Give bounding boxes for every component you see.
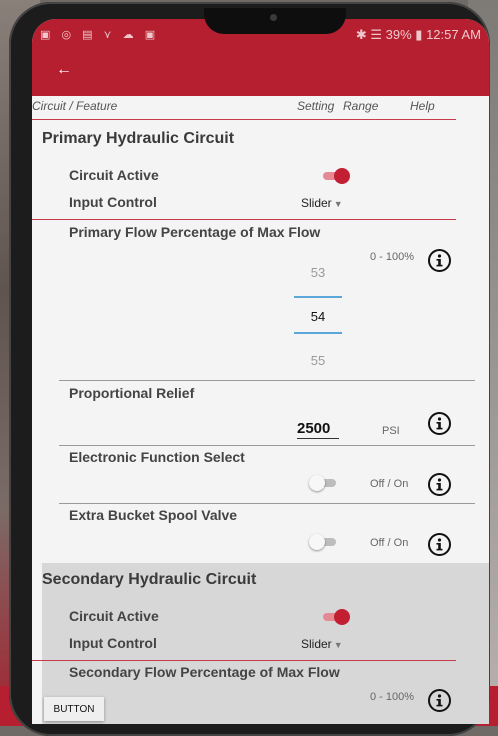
primary-section-title: Primary Hydraulic Circuit bbox=[42, 130, 235, 147]
dropdown-value: Slider bbox=[301, 637, 332, 651]
secondary-flow-range: 0 - 100% bbox=[370, 691, 415, 703]
row-divider bbox=[59, 445, 475, 446]
proportional-relief-label: Proportional Relief bbox=[69, 385, 195, 401]
info-icon[interactable] bbox=[428, 473, 451, 496]
secondary-input-control-dropdown[interactable]: Slider ▼ bbox=[301, 637, 343, 651]
camera-icon bbox=[270, 14, 277, 21]
toggle-knob bbox=[309, 475, 325, 491]
column-setting: Setting bbox=[297, 99, 335, 113]
dropdown-caret-icon: ▼ bbox=[333, 640, 343, 650]
picker-selected-value[interactable]: 54 bbox=[294, 309, 342, 324]
column-help: Help bbox=[410, 99, 435, 113]
notification-icons: ▣ ◎ ▤ ⋎ ☁ ▣ bbox=[40, 29, 160, 41]
info-icon[interactable] bbox=[428, 689, 451, 712]
extra-bucket-toggle[interactable] bbox=[309, 534, 339, 550]
primary-flow-label: Primary Flow Percentage of Max Flow bbox=[69, 224, 321, 240]
primary-flow-range: 0 - 100% bbox=[370, 251, 415, 263]
row-divider bbox=[59, 503, 475, 504]
secondary-input-control-label: Input Control bbox=[69, 635, 157, 651]
picker-prev-value[interactable]: 53 bbox=[294, 265, 342, 280]
electronic-function-toggle[interactable] bbox=[309, 475, 339, 491]
tablet-frame: ▣ ◎ ▤ ⋎ ☁ ▣ ✱ ☰ 39% ▮ 12:57 AM ← Circuit… bbox=[9, 2, 490, 736]
camera-notch bbox=[204, 8, 346, 34]
electronic-function-label: Electronic Function Select bbox=[69, 449, 245, 465]
info-icon[interactable] bbox=[428, 533, 451, 556]
electronic-function-range: Off / On bbox=[370, 478, 409, 490]
dropdown-caret-icon: ▼ bbox=[333, 199, 343, 209]
toggle-knob bbox=[309, 534, 325, 550]
picker-divider bbox=[294, 296, 342, 298]
primary-input-control-dropdown[interactable]: Slider ▼ bbox=[301, 196, 343, 210]
input-underline bbox=[297, 438, 339, 439]
info-icon[interactable] bbox=[428, 249, 451, 272]
secondary-circuit-active-label: Circuit Active bbox=[69, 608, 159, 624]
secondary-section-title: Secondary Hydraulic Circuit bbox=[42, 571, 257, 588]
extra-bucket-range: Off / On bbox=[370, 537, 409, 549]
secondary-circuit-active-toggle[interactable] bbox=[320, 609, 350, 625]
header-divider bbox=[32, 119, 456, 120]
column-feature: Circuit / Feature bbox=[32, 99, 118, 113]
info-icon[interactable] bbox=[428, 412, 451, 435]
bottom-button[interactable]: BUTTON bbox=[44, 697, 104, 721]
extra-bucket-label: Extra Bucket Spool Valve bbox=[69, 507, 238, 523]
app-screen: ▣ ◎ ▤ ⋎ ☁ ▣ ✱ ☰ 39% ▮ 12:57 AM ← Circuit… bbox=[32, 19, 489, 724]
primary-circuit-active-toggle[interactable] bbox=[320, 168, 350, 184]
proportional-relief-input[interactable]: 2500 bbox=[297, 420, 330, 437]
picker-divider bbox=[294, 332, 342, 334]
status-indicators: ✱ ☰ 39% ▮ 12:57 AM bbox=[355, 27, 481, 42]
row-divider bbox=[59, 380, 475, 381]
secondary-flow-label: Secondary Flow Percentage of Max Flow bbox=[69, 664, 340, 680]
primary-circuit-active-label: Circuit Active bbox=[69, 167, 159, 183]
proportional-relief-unit: PSI bbox=[382, 425, 400, 437]
primary-divider bbox=[32, 219, 456, 220]
toggle-knob bbox=[334, 168, 350, 184]
picker-next-value[interactable]: 55 bbox=[294, 353, 342, 368]
toggle-knob bbox=[334, 609, 350, 625]
primary-input-control-label: Input Control bbox=[69, 194, 157, 210]
dropdown-value: Slider bbox=[301, 196, 332, 210]
back-arrow-icon[interactable]: ← bbox=[56, 61, 72, 79]
secondary-divider bbox=[32, 660, 456, 661]
app-bar: ← bbox=[32, 49, 489, 96]
column-range: Range bbox=[343, 99, 379, 113]
